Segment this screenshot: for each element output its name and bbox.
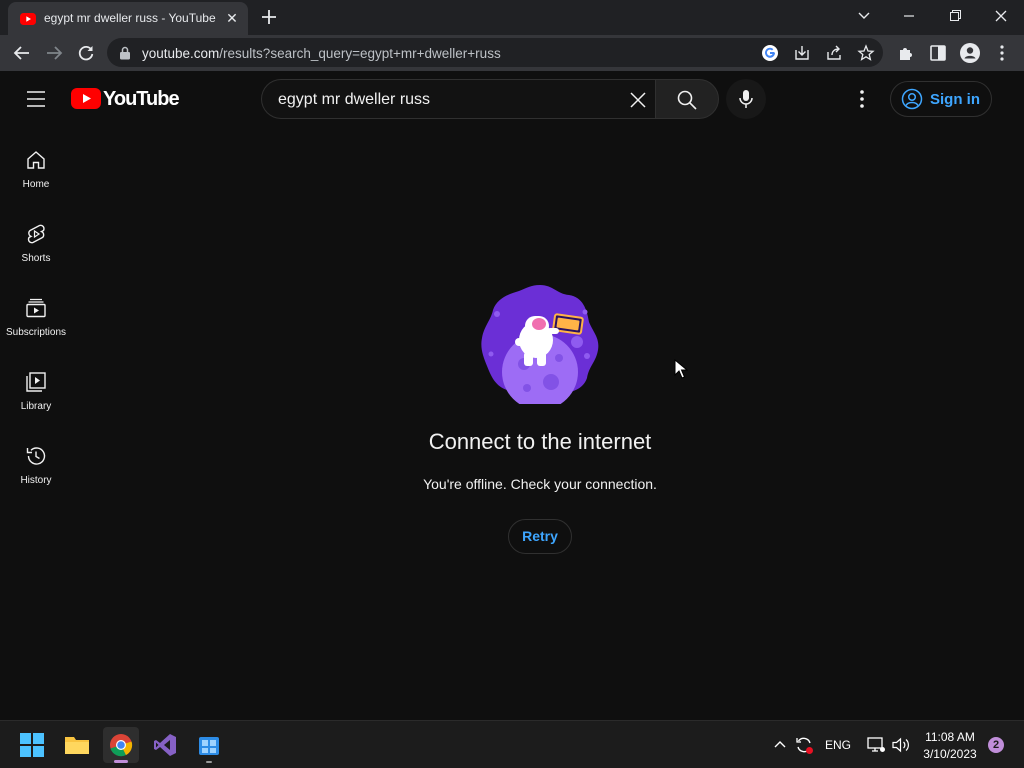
sidebar-item-shorts[interactable]: Shorts [0, 223, 72, 297]
youtube-logo[interactable]: YouTube [71, 88, 180, 110]
url-text[interactable]: youtube.com/results?search_query=egypt+m… [142, 46, 501, 61]
taskbar-chrome[interactable] [103, 727, 139, 763]
input-language-indicator[interactable]: ENG [825, 738, 851, 752]
settings-more-icon[interactable] [850, 87, 874, 111]
voice-search-button[interactable] [726, 79, 766, 119]
bookmark-star-icon[interactable] [857, 44, 875, 62]
sidebar-item-subscriptions[interactable]: Subscriptions [0, 297, 72, 371]
share-icon[interactable] [825, 44, 843, 62]
restore-icon[interactable] [941, 4, 969, 28]
youtube-logo-text: YouTube [103, 88, 180, 110]
back-icon[interactable] [11, 42, 33, 64]
home-icon [25, 149, 47, 171]
search-button[interactable] [655, 79, 719, 119]
tab-close-icon[interactable]: ✕ [223, 9, 241, 27]
network-icon[interactable] [866, 736, 886, 754]
offline-message: You're offline. Check your connection. [423, 476, 657, 492]
sidebar-item-label: Subscriptions [5, 327, 67, 338]
notification-badge[interactable]: 2 [988, 737, 1004, 753]
youtube-header: YouTube egypt mr dweller russ Sign in [0, 71, 1024, 127]
history-icon [25, 445, 47, 467]
microphone-icon [736, 88, 756, 110]
new-tab-icon[interactable] [258, 6, 280, 28]
tab-search-chevron-icon[interactable] [850, 4, 878, 28]
sidebar-item-library[interactable]: Library [0, 371, 72, 445]
youtube-favicon-icon [20, 11, 36, 27]
search-query-text[interactable]: egypt mr dweller russ [278, 91, 430, 109]
sidebar-item-label: History [20, 475, 52, 486]
clear-search-icon[interactable] [628, 90, 648, 110]
google-lens-icon[interactable] [761, 44, 779, 62]
volume-icon[interactable] [891, 736, 911, 754]
address-bar[interactable]: youtube.com/results?search_query=egypt+m… [107, 38, 883, 67]
windows-taskbar: ENG 11:08 AM 3/10/2023 2 [0, 720, 1024, 768]
minimize-icon[interactable] [895, 4, 923, 28]
taskbar-file-explorer[interactable] [59, 727, 95, 763]
install-app-icon[interactable] [793, 44, 811, 62]
search-icon [676, 89, 698, 111]
lock-icon[interactable] [119, 46, 131, 60]
account-circle-icon [901, 88, 923, 110]
close-window-icon[interactable] [987, 4, 1015, 28]
side-panel-icon[interactable] [927, 42, 949, 64]
chrome-icon [109, 733, 133, 757]
browser-toolbar: youtube.com/results?search_query=egypt+m… [0, 35, 1024, 71]
app-installer-icon [198, 733, 220, 757]
retry-button[interactable]: Retry [508, 519, 572, 554]
youtube-logo-icon [71, 88, 101, 109]
sync-status-icon[interactable] [794, 735, 814, 755]
profile-icon[interactable] [959, 42, 981, 64]
sidebar-item-home[interactable]: Home [0, 149, 72, 223]
taskbar-app-installer[interactable] [191, 727, 227, 763]
browser-tab[interactable]: egypt mr dweller russ - YouTube ✕ [8, 2, 248, 35]
url-host: youtube.com [142, 46, 220, 61]
folder-icon [64, 734, 90, 756]
subscriptions-icon [25, 297, 47, 319]
windows-logo-icon [20, 733, 44, 757]
sidebar-item-label: Shorts [21, 253, 51, 264]
windows-start-button[interactable] [14, 727, 50, 763]
sidebar-item-history[interactable]: History [0, 445, 72, 519]
show-hidden-icons-chevron-icon[interactable] [772, 737, 788, 753]
clock-time[interactable]: 11:08 AM [918, 730, 982, 744]
shorts-icon [25, 223, 47, 245]
library-icon [25, 371, 47, 393]
visual-studio-icon [153, 733, 177, 757]
clock-date[interactable]: 3/10/2023 [918, 747, 982, 761]
sign-in-label: Sign in [930, 91, 980, 108]
taskbar-visual-studio[interactable] [147, 727, 183, 763]
browser-tab-strip: egypt mr dweller russ - YouTube ✕ [0, 0, 1024, 35]
astronaut-offline-illustration [479, 282, 601, 404]
url-path: /results?search_query=egypt+mr+dweller+r… [219, 46, 501, 61]
sidebar-item-label: Home [22, 179, 50, 190]
tab-title: egypt mr dweller russ - YouTube [44, 11, 216, 25]
hamburger-menu-icon[interactable] [24, 87, 48, 111]
chrome-menu-icon[interactable] [991, 42, 1013, 64]
forward-icon[interactable] [43, 42, 65, 64]
running-app-indicator [206, 761, 212, 763]
extensions-puzzle-icon[interactable] [895, 42, 917, 64]
active-app-indicator [114, 760, 128, 763]
offline-title: Connect to the internet [428, 429, 652, 454]
sidebar-item-label: Library [20, 401, 52, 412]
search-input[interactable]: egypt mr dweller russ [261, 79, 656, 119]
sign-in-button[interactable]: Sign in [890, 81, 992, 117]
mouse-cursor-icon [674, 359, 688, 379]
reload-icon[interactable] [75, 42, 97, 64]
